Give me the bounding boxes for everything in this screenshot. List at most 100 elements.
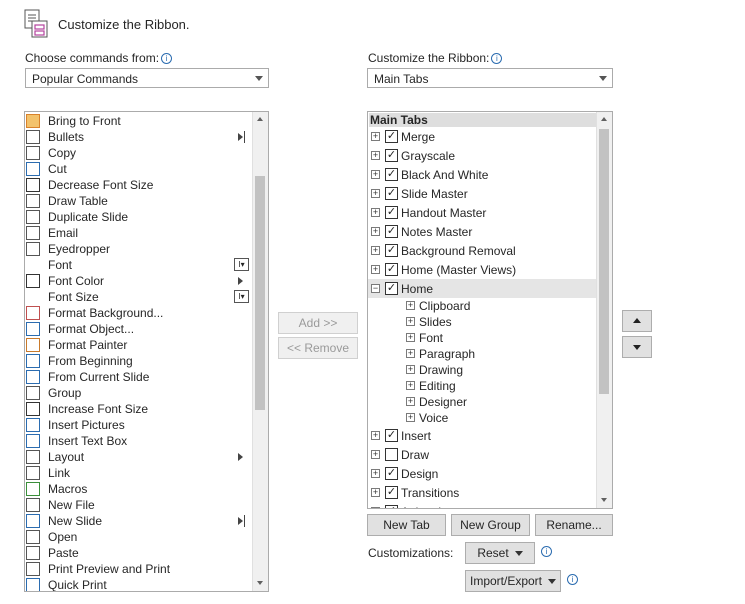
command-item[interactable]: Format Object... bbox=[25, 321, 255, 337]
command-item[interactable]: Format Background... bbox=[25, 305, 255, 321]
command-item[interactable]: Insert Text Box bbox=[25, 433, 255, 449]
move-down-button[interactable] bbox=[622, 336, 652, 358]
expand-icon[interactable]: + bbox=[371, 507, 380, 508]
command-item[interactable]: Layout bbox=[25, 449, 255, 465]
command-item[interactable]: Print Preview and Print bbox=[25, 561, 255, 577]
expand-icon[interactable]: + bbox=[406, 381, 415, 390]
tree-group-item[interactable]: + Drawing bbox=[368, 362, 596, 378]
remove-button[interactable]: << Remove bbox=[278, 337, 358, 359]
tree-tab-item[interactable]: + Draw bbox=[368, 445, 596, 464]
expand-icon[interactable]: + bbox=[406, 365, 415, 374]
tab-checkbox[interactable] bbox=[385, 448, 398, 461]
move-up-button[interactable] bbox=[622, 310, 652, 332]
tab-checkbox[interactable]: ✓ bbox=[385, 505, 398, 508]
scroll-thumb[interactable] bbox=[255, 176, 265, 410]
command-item[interactable]: New Slide bbox=[25, 513, 255, 529]
tab-checkbox[interactable]: ✓ bbox=[385, 486, 398, 499]
new-group-button[interactable]: New Group bbox=[451, 514, 530, 536]
tree-tab-item[interactable]: + ✓ Grayscale bbox=[368, 146, 596, 165]
command-item[interactable]: Insert Pictures bbox=[25, 417, 255, 433]
tab-checkbox[interactable]: ✓ bbox=[385, 206, 398, 219]
command-item[interactable]: New File bbox=[25, 497, 255, 513]
new-tab-button[interactable]: New Tab bbox=[367, 514, 446, 536]
ribbon-tabs-tree[interactable]: Main Tabs + ✓ Merge + ✓ Grayscale + ✓ Black And … bbox=[367, 111, 613, 509]
expand-icon[interactable]: + bbox=[371, 488, 380, 497]
tree-tab-item[interactable]: + ✓ Slide Master bbox=[368, 184, 596, 203]
commands-scrollbar[interactable] bbox=[252, 112, 268, 591]
expand-icon[interactable]: + bbox=[371, 431, 380, 440]
customize-ribbon-combo[interactable]: Main Tabs bbox=[367, 68, 613, 88]
command-item[interactable]: Decrease Font Size bbox=[25, 177, 255, 193]
tab-checkbox[interactable]: ✓ bbox=[385, 282, 398, 295]
info-icon[interactable]: i bbox=[567, 574, 578, 585]
expand-icon[interactable]: + bbox=[406, 397, 415, 406]
command-item[interactable]: Macros bbox=[25, 481, 255, 497]
expand-icon[interactable]: + bbox=[371, 189, 380, 198]
tree-tab-item[interactable]: + ✓ Home (Master Views) bbox=[368, 260, 596, 279]
tree-tab-item[interactable]: + ✓ Transitions bbox=[368, 483, 596, 502]
tab-checkbox[interactable]: ✓ bbox=[385, 130, 398, 143]
tab-checkbox[interactable]: ✓ bbox=[385, 225, 398, 238]
command-item[interactable]: Eyedropper bbox=[25, 241, 255, 257]
expand-icon[interactable]: + bbox=[371, 170, 380, 179]
command-item[interactable]: Open bbox=[25, 529, 255, 545]
expand-icon[interactable]: + bbox=[371, 469, 380, 478]
tree-tab-item[interactable]: + ✓ Handout Master bbox=[368, 203, 596, 222]
expand-icon[interactable]: + bbox=[371, 132, 380, 141]
tree-group-item[interactable]: + Designer bbox=[368, 394, 596, 410]
rename-button[interactable]: Rename... bbox=[535, 514, 613, 536]
expand-icon[interactable]: + bbox=[406, 333, 415, 342]
command-item[interactable]: Paste bbox=[25, 545, 255, 561]
import-export-button[interactable]: Import/Export bbox=[465, 570, 561, 592]
tab-checkbox[interactable]: ✓ bbox=[385, 467, 398, 480]
commands-list[interactable]: Bring to Front Bullets Copy Cut Decrease Fon… bbox=[24, 111, 269, 592]
command-item[interactable]: Font Color bbox=[25, 273, 255, 289]
expand-icon[interactable]: + bbox=[371, 246, 380, 255]
scroll-up-button[interactable] bbox=[597, 112, 612, 127]
expand-icon[interactable]: + bbox=[406, 301, 415, 310]
tree-tab-item[interactable]: − ✓ Home bbox=[368, 279, 596, 298]
tab-checkbox[interactable]: ✓ bbox=[385, 149, 398, 162]
expand-icon[interactable]: + bbox=[371, 227, 380, 236]
tree-group-item[interactable]: + Voice bbox=[368, 410, 596, 426]
collapse-icon[interactable]: − bbox=[371, 284, 380, 293]
tree-group-item[interactable]: + Clipboard bbox=[368, 298, 596, 314]
command-item[interactable]: Duplicate Slide bbox=[25, 209, 255, 225]
command-item[interactable]: Group bbox=[25, 385, 255, 401]
expand-icon[interactable]: + bbox=[371, 450, 380, 459]
tree-tab-item[interactable]: + ✓ Background Removal bbox=[368, 241, 596, 260]
info-icon[interactable]: i bbox=[491, 53, 503, 64]
expand-icon[interactable]: + bbox=[406, 349, 415, 358]
tree-group-item[interactable]: + Font bbox=[368, 330, 596, 346]
command-item[interactable]: From Current Slide bbox=[25, 369, 255, 385]
tree-group-item[interactable]: + Slides bbox=[368, 314, 596, 330]
info-icon[interactable]: i bbox=[161, 53, 173, 64]
tree-group-item[interactable]: + Editing bbox=[368, 378, 596, 394]
tab-checkbox[interactable]: ✓ bbox=[385, 187, 398, 200]
command-item[interactable]: Draw Table bbox=[25, 193, 255, 209]
scroll-up-button[interactable] bbox=[253, 112, 268, 127]
command-item[interactable]: Font I▾ bbox=[25, 257, 255, 273]
expand-icon[interactable]: + bbox=[371, 151, 380, 160]
scroll-thumb[interactable] bbox=[599, 129, 609, 394]
choose-commands-combo[interactable]: Popular Commands bbox=[25, 68, 269, 88]
tab-checkbox[interactable]: ✓ bbox=[385, 244, 398, 257]
expand-icon[interactable]: + bbox=[406, 413, 415, 422]
tree-tab-item[interactable]: + ✓ Merge bbox=[368, 127, 596, 146]
scroll-down-button[interactable] bbox=[597, 493, 612, 508]
tree-tab-item[interactable]: + ✓ Notes Master bbox=[368, 222, 596, 241]
command-item[interactable]: Cut bbox=[25, 161, 255, 177]
command-item[interactable]: Font Size I▾ bbox=[25, 289, 255, 305]
tree-scrollbar[interactable] bbox=[596, 112, 612, 508]
command-item[interactable]: Link bbox=[25, 465, 255, 481]
command-item[interactable]: Increase Font Size bbox=[25, 401, 255, 417]
add-button[interactable]: Add >> bbox=[278, 312, 358, 334]
command-item[interactable]: Copy bbox=[25, 145, 255, 161]
tree-tab-item[interactable]: + ✓Animations bbox=[368, 502, 596, 508]
reset-button[interactable]: Reset bbox=[465, 542, 535, 564]
info-icon[interactable]: i bbox=[541, 546, 552, 557]
tab-checkbox[interactable]: ✓ bbox=[385, 168, 398, 181]
scroll-down-button[interactable] bbox=[253, 576, 268, 591]
command-item[interactable]: From Beginning bbox=[25, 353, 255, 369]
expand-icon[interactable]: + bbox=[371, 208, 380, 217]
